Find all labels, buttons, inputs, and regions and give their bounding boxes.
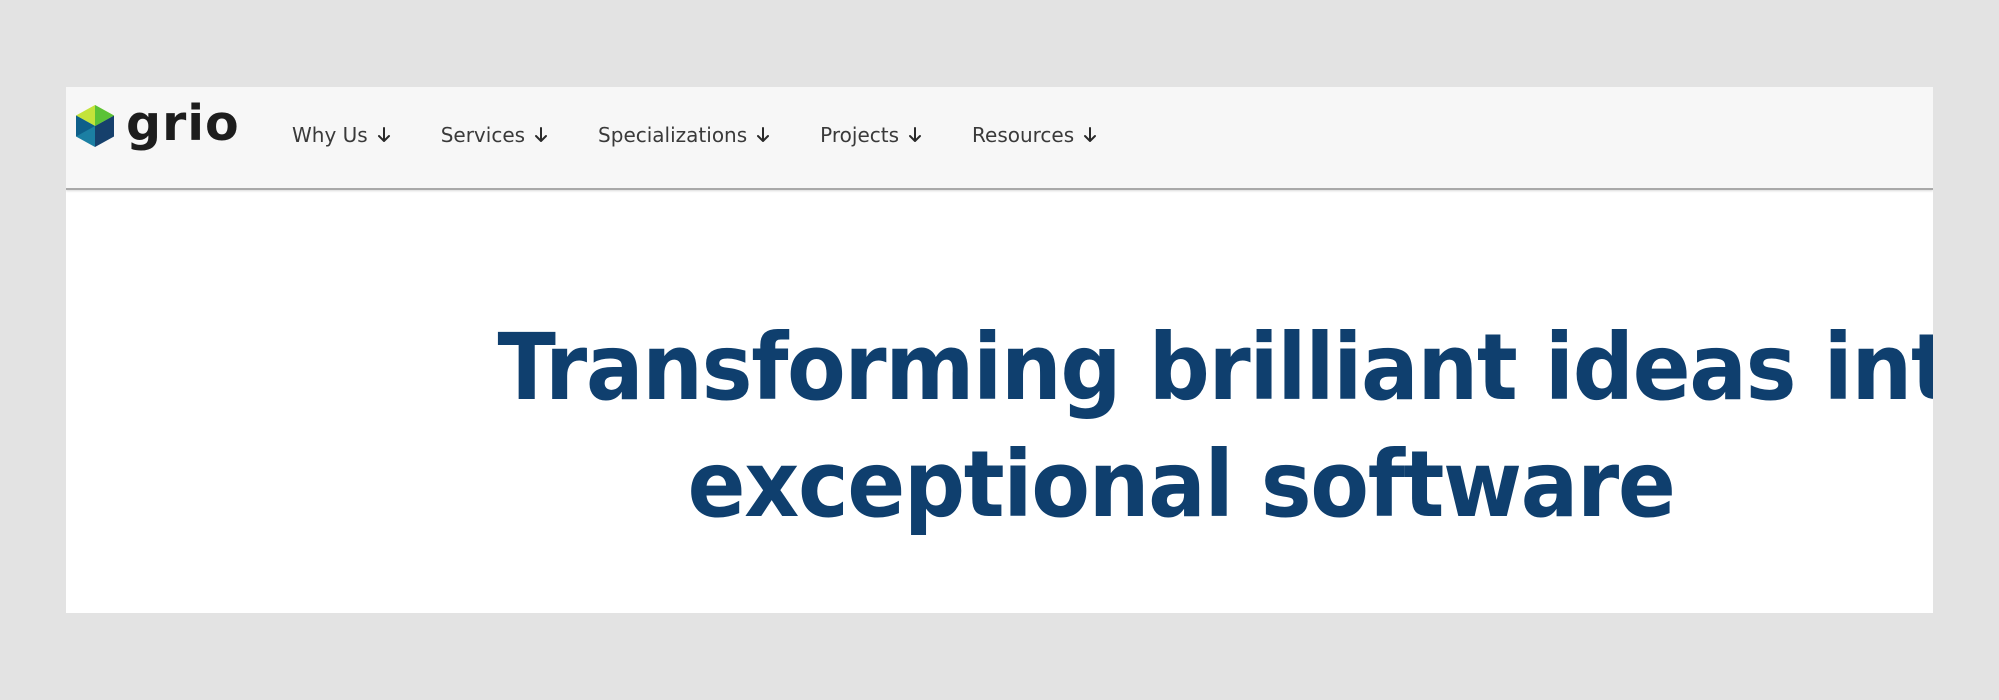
site-header: grio Why Us Services Specializations Pro… — [66, 87, 1933, 190]
arrow-down-icon — [909, 127, 922, 142]
web-page: grio Why Us Services Specializations Pro… — [66, 87, 1933, 613]
arrow-down-icon — [1084, 127, 1097, 142]
nav-item-label: Projects — [820, 123, 900, 147]
hero-headline: Transforming brilliant ideas into except… — [497, 309, 1933, 543]
nav-item-label: Specializations — [598, 123, 748, 147]
hero-headline-line-1: Transforming brilliant ideas into — [497, 313, 1933, 421]
arrow-down-icon — [757, 127, 770, 142]
nav-item-services[interactable]: Services — [441, 123, 548, 147]
brand-name: grio — [126, 94, 240, 152]
nav-item-projects[interactable]: Projects — [820, 123, 922, 147]
nav-item-label: Resources — [972, 123, 1075, 147]
nav-item-resources[interactable]: Resources — [972, 123, 1097, 147]
nav-item-specializations[interactable]: Specializations — [598, 123, 770, 147]
nav-item-label: Why Us — [292, 123, 368, 147]
logo-link[interactable]: grio — [74, 94, 240, 152]
nav-item-label: Services — [440, 123, 526, 147]
arrow-down-icon — [535, 127, 548, 142]
grio-logo-icon — [76, 105, 114, 147]
main-nav: Why Us Services Specializations Projects — [292, 116, 1147, 154]
hero-headline-line-2: exceptional software — [687, 430, 1676, 538]
nav-item-why-us[interactable]: Why Us — [292, 123, 391, 147]
arrow-down-icon — [377, 127, 390, 142]
